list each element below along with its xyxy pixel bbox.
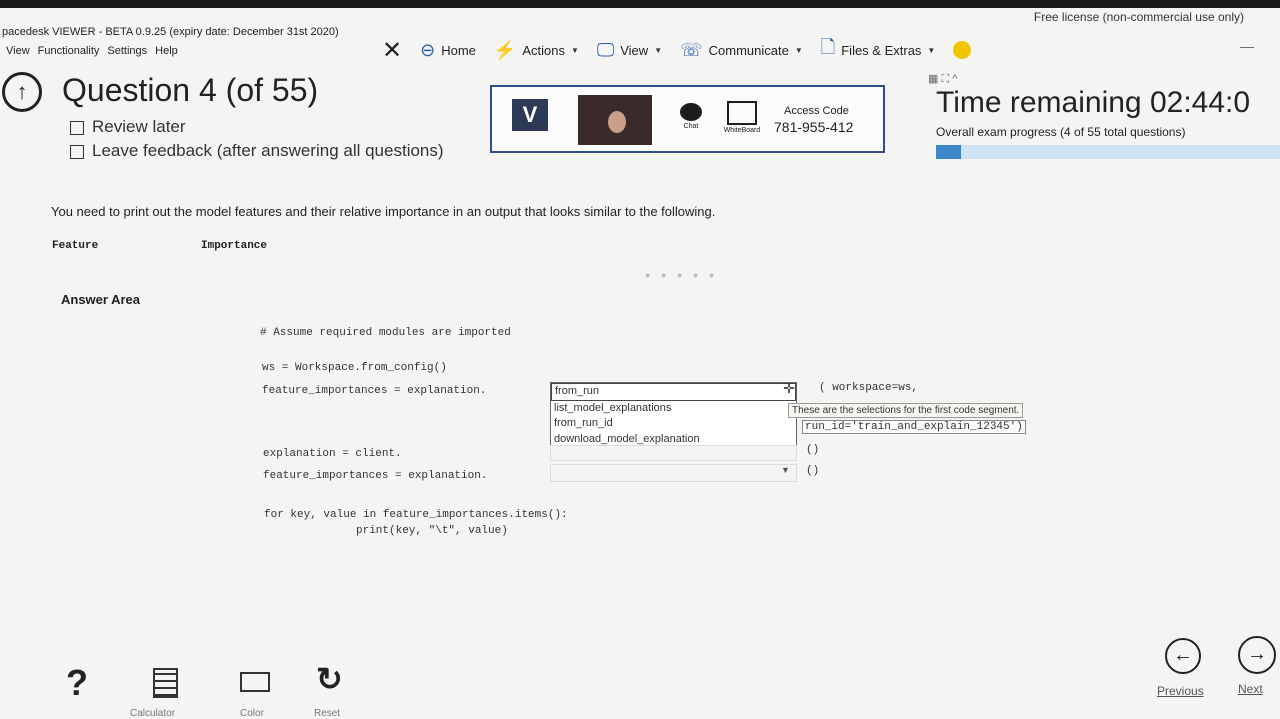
cursor-icon: ✛: [783, 380, 795, 396]
arrow-right-icon: →: [1247, 643, 1267, 665]
leave-feedback-label: Leave feedback (after answering all ques…: [92, 141, 444, 160]
menu-functionality[interactable]: Functionality: [38, 45, 100, 57]
view-label: View: [620, 42, 649, 58]
chevron-down-icon: ▼: [927, 45, 936, 55]
view-button[interactable]: 🖵 View ▼: [597, 40, 662, 61]
arrow-left-icon: ←: [1173, 644, 1193, 666]
menu-settings[interactable]: Settings: [107, 45, 147, 57]
close-button[interactable]: ✕: [382, 36, 402, 65]
color-label: Color: [240, 708, 264, 719]
question-prompt: You need to print out the model features…: [51, 204, 716, 219]
communicate-button[interactable]: ☏ Communicate ▼: [680, 40, 803, 61]
home-button[interactable]: ⊖ Home: [420, 40, 476, 61]
chevron-down-icon: ▼: [570, 45, 579, 55]
phone-icon: ☏: [680, 39, 703, 60]
pagination-dots: ● ● ● ● ●: [645, 270, 719, 280]
lightning-icon: ⚡: [493, 39, 517, 60]
whiteboard-label: WhiteBoard: [723, 127, 761, 134]
chevron-down-icon: ▼: [654, 45, 663, 55]
importance-header: Importance: [201, 240, 268, 252]
checkbox-icon: [70, 144, 84, 159]
actions-label: Actions: [522, 42, 565, 58]
review-later-label: Review later: [92, 117, 186, 136]
files-label: Files & Extras: [841, 42, 922, 58]
segment-1-dropdown[interactable]: from_run list_model_explanations from_ru…: [550, 382, 797, 446]
viewer-menu: View Functionality Settings Help: [6, 45, 178, 57]
remote-toolbar: ✕ ⊖ Home ⚡ Actions ▼ 🖵 View ▼ ☏ Communicate ▼ 🗋…: [382, 30, 972, 70]
question-title: Question 4 (of 55): [62, 72, 319, 108]
whiteboard-button[interactable]: WhiteBoard: [716, 101, 768, 134]
chat-icon: [680, 103, 702, 121]
license-notice: Free license (non-commercial use only): [1033, 10, 1244, 24]
dropdown-option-from-run-id[interactable]: from_run_id: [551, 416, 796, 432]
leave-feedback-checkbox[interactable]: Leave feedback (after answering all ques…: [70, 141, 444, 161]
code-line-explanation: explanation = client.: [263, 448, 402, 460]
answer-area-label: Answer Area: [61, 292, 140, 307]
help-icon[interactable]: ?: [66, 662, 88, 704]
smiley-button[interactable]: [953, 41, 972, 59]
chevron-down-icon: ▼: [781, 465, 790, 475]
segment-2-dropdown[interactable]: [550, 445, 797, 461]
reset-label: Reset: [314, 708, 341, 719]
code-arg-run-id: run_id='train_and_explain_12345'): [802, 420, 1026, 434]
home-label: Home: [441, 42, 476, 58]
previous-label[interactable]: Previous: [1157, 684, 1204, 698]
feature-header: Feature: [52, 240, 99, 252]
checkbox-icon: [70, 120, 84, 135]
minimize-button[interactable]: —: [1240, 38, 1254, 54]
code-line-ws: ws = Workspace.from_config(): [262, 362, 447, 374]
chevron-down-icon: ▼: [794, 45, 803, 55]
code-arg-workspace: ( workspace=ws,: [819, 382, 919, 394]
next-label[interactable]: Next: [1238, 682, 1263, 696]
calculator-icon[interactable]: [153, 668, 178, 698]
progress-bar: [936, 145, 1280, 159]
top-strip: [0, 0, 1280, 8]
files-button[interactable]: 🗋 Files & Extras ▼: [821, 35, 936, 65]
smiley-icon: [953, 41, 972, 59]
progress-label: Overall exam progress (4 of 55 total que…: [936, 125, 1186, 139]
code-parens-1: (): [806, 444, 820, 456]
chat-button[interactable]: Chat: [678, 103, 704, 130]
access-code-label: Access Code: [784, 105, 849, 117]
monitor-icon: 🖵: [596, 39, 615, 60]
code-comment: # Assume required modules are imported: [260, 327, 511, 339]
dropdown-option-list-model-explanations[interactable]: list_model_explanations: [551, 401, 796, 417]
face-image: [608, 111, 626, 133]
close-icon: ✕: [382, 36, 403, 64]
remote-session-panel: V Chat WhiteBoard Access Code 781-955-41…: [490, 85, 885, 153]
segment-3-dropdown[interactable]: [550, 464, 797, 482]
access-code-value: 781-955-412: [774, 119, 854, 135]
webcam-preview: [578, 95, 652, 145]
viewer-title: pacedesk VIEWER - BETA 0.9.25 (expiry da…: [2, 26, 339, 38]
dropdown-option-from-run[interactable]: from_run: [551, 383, 796, 401]
menu-help[interactable]: Help: [155, 45, 178, 57]
code-line-feature-importances-2: feature_importances = explanation.: [263, 470, 488, 482]
code-line-print: print(key, "\t", value): [356, 525, 508, 537]
grid-icon[interactable]: ▦ ⛶ ^: [928, 72, 957, 86]
home-icon: ⊖: [420, 39, 436, 60]
previous-button[interactable]: ←: [1165, 638, 1201, 674]
reset-icon[interactable]: ↻: [316, 660, 343, 698]
calculator-label: Calculator: [130, 708, 176, 719]
whiteboard-icon: [727, 101, 757, 125]
code-parens-2: (): [806, 465, 820, 477]
menu-view[interactable]: View: [6, 45, 30, 57]
file-icon: 🗋: [820, 37, 836, 57]
progress-fill: [936, 145, 961, 159]
code-line-for-loop: for key, value in feature_importances.it…: [264, 509, 568, 521]
next-button[interactable]: →: [1238, 636, 1276, 674]
communicate-label: Communicate: [708, 42, 789, 58]
monitor-icon[interactable]: [240, 672, 270, 692]
viewer-logo: V: [512, 99, 548, 131]
dropdown-tooltip: These are the selections for the first c…: [788, 403, 1024, 418]
actions-button[interactable]: ⚡ Actions ▼: [494, 40, 579, 61]
code-line-feature-importances-1: feature_importances = explanation.: [262, 385, 487, 397]
chat-label: Chat: [683, 123, 699, 130]
back-icon[interactable]: ↑: [2, 72, 42, 112]
time-remaining: Time remaining 02:44:0: [936, 86, 1251, 119]
review-later-checkbox[interactable]: Review later: [70, 117, 186, 137]
